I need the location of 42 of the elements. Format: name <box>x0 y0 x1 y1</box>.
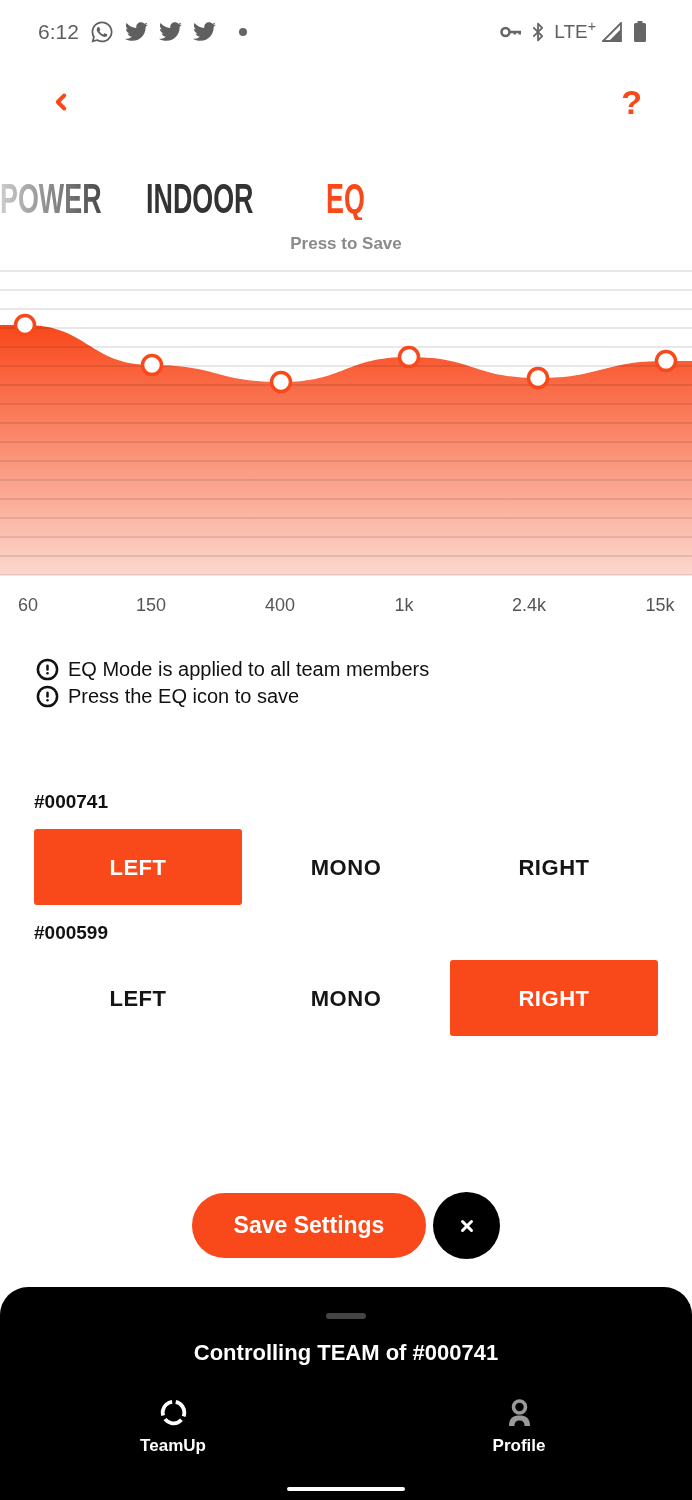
save-settings-button[interactable]: Save Settings <box>192 1193 426 1258</box>
channel-option[interactable]: LEFT <box>34 829 242 905</box>
bird-icon <box>158 20 182 43</box>
person-icon <box>507 1399 531 1426</box>
dot-icon <box>238 27 247 36</box>
eq-point[interactable] <box>13 313 37 337</box>
eq-point[interactable] <box>526 366 550 390</box>
bird-icon <box>124 20 148 43</box>
help-button[interactable]: ? <box>621 85 642 119</box>
frequency-label: 60 <box>18 595 38 615</box>
clock-time: 6:12 <box>38 21 79 42</box>
tab-hint: Press to Save <box>290 234 402 254</box>
frequency-label: 2.4k <box>512 595 546 615</box>
key-icon <box>500 25 523 38</box>
device-id: #000741 <box>34 790 109 814</box>
alert-icon <box>36 658 59 681</box>
network-type: LTE$^{+}$ <box>554 22 596 41</box>
device-id: #000599 <box>34 921 109 945</box>
battery-icon <box>634 21 646 42</box>
frequency-label: 400 <box>265 595 295 615</box>
drag-handle[interactable] <box>326 1313 366 1319</box>
info-note: Press the EQ icon to save <box>68 684 300 709</box>
frequency-label: 15k <box>645 595 675 615</box>
nav-tab[interactable]: TeamUp <box>140 1399 206 1456</box>
sheet-title: Controlling TEAM of #000741 <box>193 1339 499 1367</box>
eq-point[interactable] <box>269 370 293 394</box>
tab[interactable]: POWER <box>0 178 102 220</box>
signal-icon <box>602 21 622 42</box>
alert-icon <box>36 685 59 708</box>
tab[interactable]: EQ <box>326 178 366 220</box>
eq-point[interactable] <box>654 349 678 373</box>
eq-point[interactable] <box>397 345 421 369</box>
tab[interactable]: INDOOR <box>146 178 254 220</box>
ring-icon <box>159 1399 187 1426</box>
channel-option[interactable]: RIGHT <box>450 960 658 1036</box>
frequency-label: 1k <box>394 595 414 615</box>
info-note: EQ Mode is applied to all team members <box>68 657 430 682</box>
frequency-label: 150 <box>136 595 166 615</box>
bird-icon <box>192 20 216 43</box>
eq-point[interactable] <box>140 353 164 377</box>
nav-tab[interactable]: Profile <box>492 1399 546 1456</box>
phone-bubble-icon <box>89 19 114 44</box>
